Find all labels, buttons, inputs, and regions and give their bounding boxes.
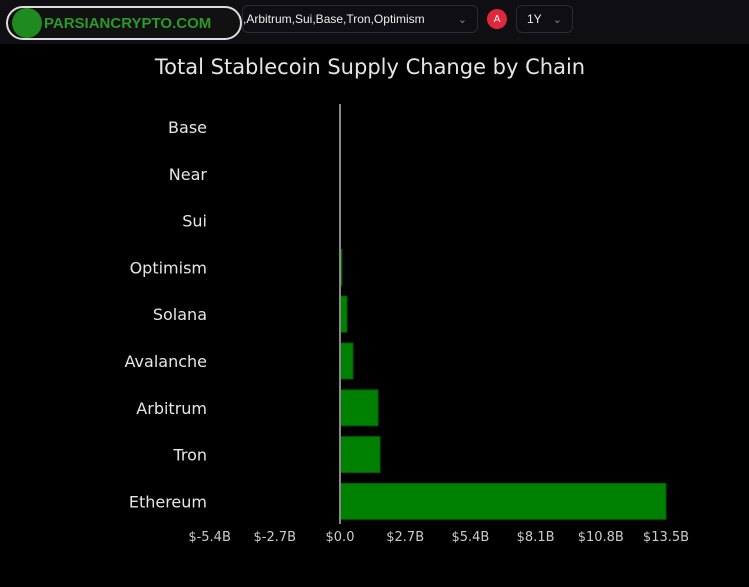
chevron-down-icon: ⌄	[552, 13, 562, 26]
period-select-value: 1Y	[527, 12, 542, 26]
x-tick-label: $-2.7B	[254, 530, 297, 545]
chevron-down-icon: ⌄	[457, 13, 467, 26]
chains-select-value: ,Arbitrum,Sui,Base,Tron,Optimism	[243, 12, 425, 26]
chains-select[interactable]: ,Arbitrum,Sui,Base,Tron,Optimism ⌄	[242, 5, 478, 33]
x-tick-label: $8.1B	[517, 530, 555, 545]
category-label: Optimism	[130, 258, 207, 277]
bar-chart: Total Stablecoin Supply Change by Chain …	[125, 55, 690, 545]
top-bar: PARSIANCRYPTO.COM ,Arbitrum,Sui,Base,Tro…	[0, 0, 749, 44]
category-label: Avalanche	[125, 352, 207, 371]
category-label: Solana	[153, 305, 207, 324]
category-label: Base	[168, 118, 207, 137]
x-tick-label: $0.0	[326, 530, 355, 545]
category-label: Near	[169, 165, 208, 184]
category-label: Sui	[182, 212, 207, 231]
category-label: Tron	[172, 446, 207, 465]
bar-avalanche	[339, 342, 354, 380]
x-tick-label: $5.4B	[451, 530, 489, 545]
bar-arbitrum	[339, 389, 379, 427]
logo-text: PARSIANCRYPTO.COM	[44, 14, 212, 32]
x-tick-label: $2.7B	[386, 530, 424, 545]
avatar-badge[interactable]: A	[487, 9, 507, 29]
x-tick-label: $10.8B	[578, 530, 624, 545]
x-tick-label: $13.5B	[643, 530, 689, 545]
bar-ethereum	[339, 482, 667, 520]
category-label: Arbitrum	[136, 399, 207, 418]
chart-title: Total Stablecoin Supply Change by Chain	[154, 55, 585, 79]
x-tick-label: $-5.4B	[188, 530, 231, 545]
bar-tron	[339, 436, 381, 474]
category-label: Ethereum	[129, 492, 207, 511]
bar-solana	[339, 295, 348, 333]
period-select[interactable]: 1Y ⌄	[516, 5, 573, 33]
globe-icon	[12, 8, 42, 38]
logo: PARSIANCRYPTO.COM	[6, 6, 242, 40]
